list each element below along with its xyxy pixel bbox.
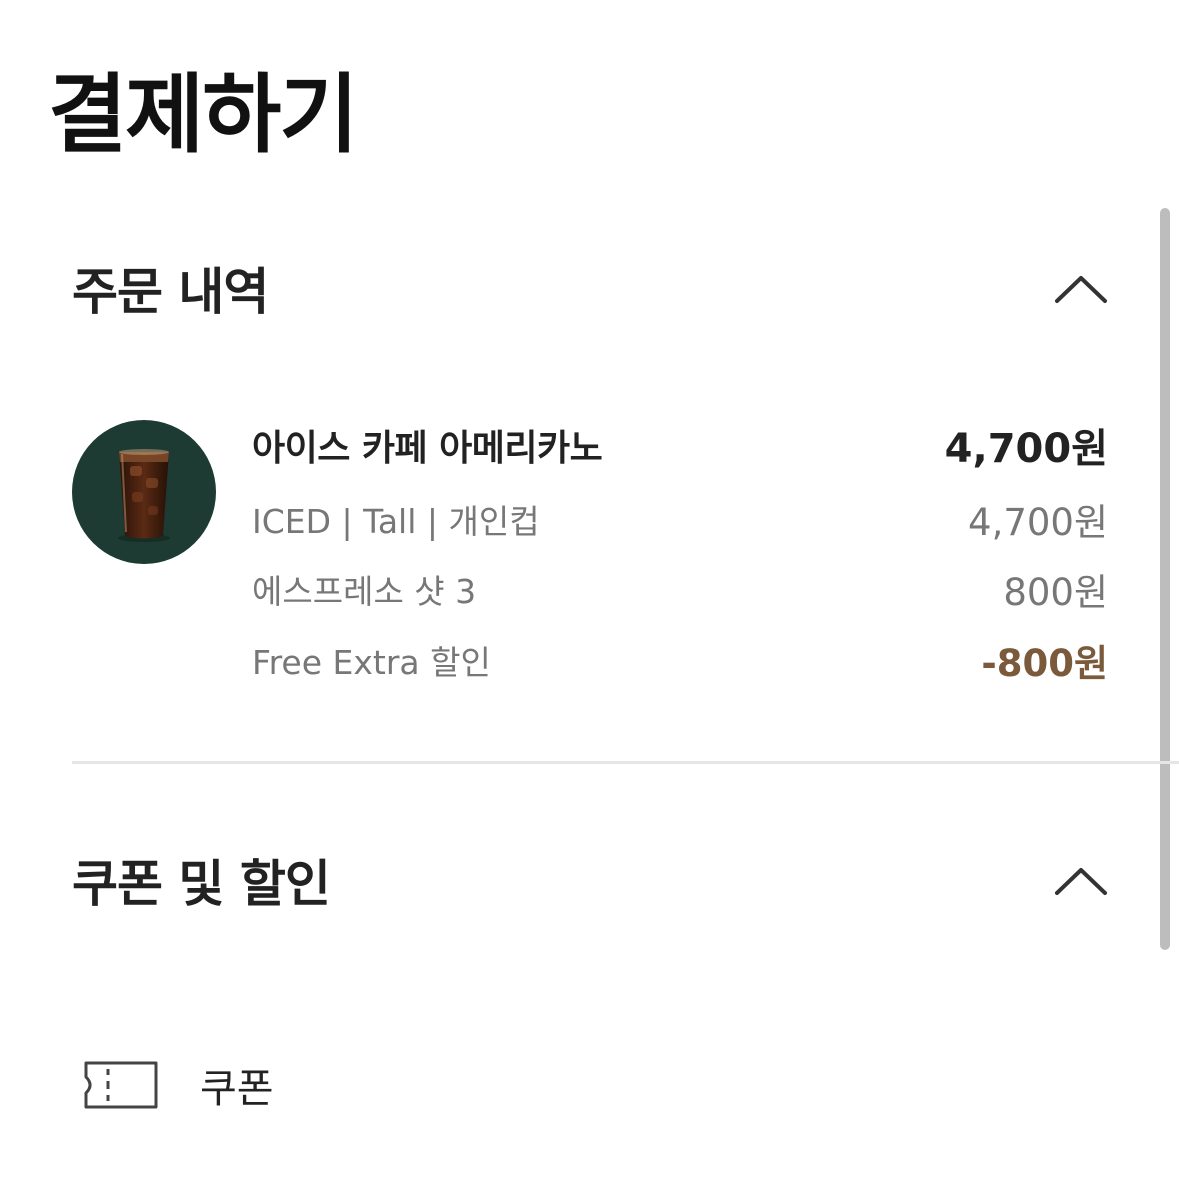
discount-label: Free Extra 할인 — [252, 643, 491, 682]
coupon-label: 쿠폰 — [200, 1066, 274, 1112]
coupon-section-title: 쿠폰 및 할인 — [72, 855, 331, 913]
ticket-icon — [82, 1059, 160, 1111]
iced-americano-image — [72, 420, 216, 564]
discount-row: Free Extra 할인 -800원 — [252, 637, 1108, 685]
extra-shot-price: 800원 — [1003, 571, 1108, 614]
section-divider — [72, 761, 1179, 764]
page-title: 결제하기 — [48, 65, 358, 165]
extra-shot-row: 에스프레소 샷 3 800원 — [252, 566, 1108, 614]
payment-page: 결제하기 주문 내역 아이스 카페 아메리카노 4,700원 ICED | Ta… — [0, 0, 1179, 1179]
chevron-up-icon[interactable] — [1054, 268, 1108, 308]
product-name: 아이스 카페 아메리카노 — [252, 428, 603, 469]
extra-shot-label: 에스프레소 샷 3 — [252, 572, 477, 611]
option-price: 4,700원 — [968, 501, 1108, 544]
coupon-item[interactable]: 쿠폰 — [82, 1050, 482, 1120]
chevron-up-icon[interactable] — [1054, 860, 1108, 900]
coupon-section-header[interactable]: 쿠폰 및 할인 — [72, 840, 1108, 920]
product-total-price: 4,700원 — [944, 426, 1108, 472]
option-label: ICED | Tall | 개인컵 — [252, 502, 540, 541]
option-row: ICED | Tall | 개인컵 4,700원 — [252, 496, 1108, 544]
order-section-title: 주문 내역 — [72, 263, 269, 321]
order-section-header[interactable]: 주문 내역 — [72, 248, 1108, 328]
discount-price: -800원 — [981, 642, 1108, 685]
product-row: 아이스 카페 아메리카노 4,700원 — [252, 420, 1108, 472]
scrollbar[interactable] — [1160, 208, 1170, 950]
